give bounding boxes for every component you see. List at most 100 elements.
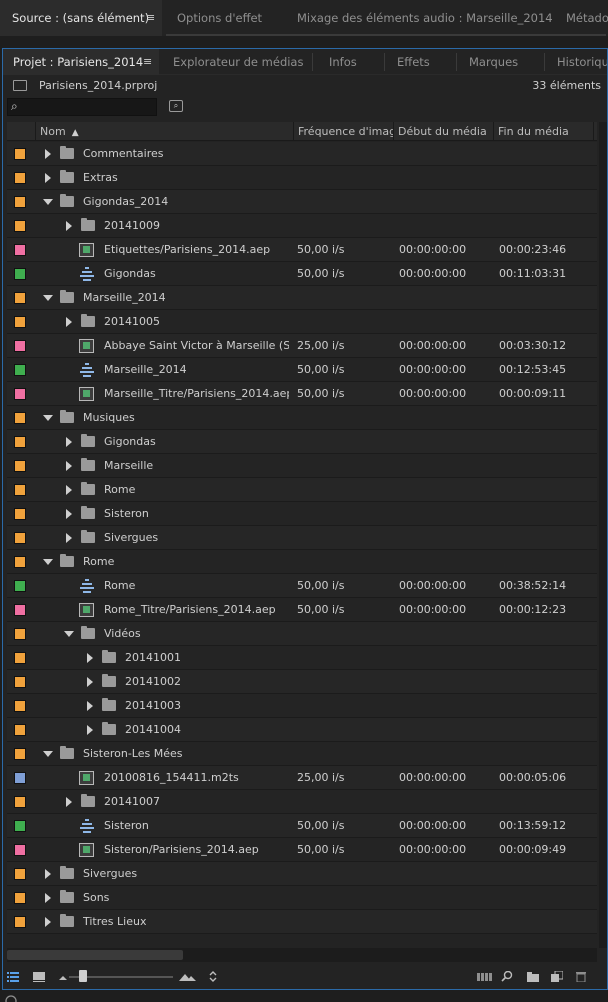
label-color-swatch[interactable] bbox=[14, 844, 26, 856]
tab-effects[interactable]: Effets bbox=[385, 49, 455, 75]
label-color-swatch[interactable] bbox=[14, 748, 26, 760]
bin-row[interactable]: Rome bbox=[7, 550, 597, 574]
expand-open-icon[interactable] bbox=[43, 295, 53, 301]
label-color-swatch[interactable] bbox=[14, 196, 26, 208]
sequence-row[interactable]: Marseille_2014 50,00 i/s 00:00:00:00 00:12:… bbox=[7, 358, 597, 382]
new-bin-icon[interactable] bbox=[527, 971, 539, 982]
clip-row[interactable]: Abbaye Saint Victor à Marseille (S 25,00 … bbox=[7, 334, 597, 358]
bin-row[interactable]: Marseille bbox=[7, 454, 597, 478]
bin-row[interactable]: 20141007 bbox=[7, 790, 597, 814]
label-color-swatch[interactable] bbox=[14, 316, 26, 328]
bin-row[interactable]: Marseille_2014 bbox=[7, 286, 597, 310]
bin-row[interactable]: 20141002 bbox=[7, 670, 597, 694]
expand-closed-icon[interactable] bbox=[87, 701, 93, 711]
label-color-swatch[interactable] bbox=[14, 628, 26, 640]
label-color-swatch[interactable] bbox=[14, 604, 26, 616]
project-panel-menu-icon[interactable]: ≡ bbox=[143, 49, 152, 75]
expand-closed-icon[interactable] bbox=[66, 533, 72, 543]
sequence-row[interactable]: Sisteron 50,00 i/s 00:00:00:00 00:13:59:12 bbox=[7, 814, 597, 838]
bin-row[interactable]: 20141005 bbox=[7, 310, 597, 334]
bin-row[interactable]: 20141004 bbox=[7, 718, 597, 742]
label-color-swatch[interactable] bbox=[14, 268, 26, 280]
expand-open-icon[interactable] bbox=[43, 199, 53, 205]
clip-row[interactable]: Etiquettes/Parisiens_2014.aep 50,00 i/s 00… bbox=[7, 238, 597, 262]
clip-row[interactable]: Sisteron/Parisiens_2014.aep 50,00 i/s 00:0… bbox=[7, 838, 597, 862]
label-color-swatch[interactable] bbox=[14, 292, 26, 304]
expand-open-icon[interactable] bbox=[64, 631, 74, 637]
expand-closed-icon[interactable] bbox=[66, 221, 72, 231]
label-color-swatch[interactable] bbox=[14, 772, 26, 784]
zoom-in-icon[interactable] bbox=[179, 971, 197, 982]
bin-row[interactable]: 20141001 bbox=[7, 646, 597, 670]
tab-info[interactable]: Infos bbox=[313, 49, 383, 75]
list-view-icon[interactable] bbox=[7, 971, 19, 982]
label-color-swatch[interactable] bbox=[14, 412, 26, 424]
zoom-out-icon[interactable] bbox=[57, 971, 69, 982]
zoom-slider-thumb[interactable] bbox=[79, 970, 87, 982]
label-color-swatch[interactable] bbox=[14, 436, 26, 448]
label-color-swatch[interactable] bbox=[14, 868, 26, 880]
tab-project[interactable]: Projet : Parisiens_2014 ≡ bbox=[3, 49, 159, 75]
bin-row[interactable]: Commentaires bbox=[7, 142, 597, 166]
panel-menu-icon[interactable]: ≡ bbox=[146, 0, 155, 36]
bin-row[interactable]: Sivergues bbox=[7, 862, 597, 886]
clip-row[interactable]: 20100816_154411.m2ts 25,00 i/s 00:00:00:00… bbox=[7, 766, 597, 790]
bin-row[interactable]: Titres Lieux bbox=[7, 910, 597, 934]
bin-row[interactable]: Sisteron-Les Mées bbox=[7, 742, 597, 766]
expand-closed-icon[interactable] bbox=[66, 437, 72, 447]
label-color-swatch[interactable] bbox=[14, 892, 26, 904]
expand-closed-icon[interactable] bbox=[45, 869, 51, 879]
label-color-swatch[interactable] bbox=[14, 148, 26, 160]
expand-closed-icon[interactable] bbox=[87, 653, 93, 663]
new-item-icon[interactable] bbox=[551, 971, 563, 982]
label-color-swatch[interactable] bbox=[14, 724, 26, 736]
column-header-media-start[interactable]: Début du média bbox=[393, 122, 493, 141]
expand-closed-icon[interactable] bbox=[66, 461, 72, 471]
label-color-swatch[interactable] bbox=[14, 580, 26, 592]
sequence-row[interactable]: Rome 50,00 i/s 00:00:00:00 00:38:52:14 bbox=[7, 574, 597, 598]
clip-row[interactable]: Marseille_Titre/Parisiens_2014.aep 50,00 … bbox=[7, 382, 597, 406]
tab-effect-controls[interactable]: Options d'effet bbox=[166, 0, 284, 36]
find-icon[interactable] bbox=[501, 971, 513, 982]
tab-source[interactable]: Source : (sans élément) ≡ bbox=[0, 0, 162, 36]
expand-closed-icon[interactable] bbox=[87, 677, 93, 687]
bin-row[interactable]: Gigondas_2014 bbox=[7, 190, 597, 214]
tab-metadata[interactable]: Métadon bbox=[556, 0, 608, 36]
bin-row[interactable]: 20141009 bbox=[7, 214, 597, 238]
label-color-swatch[interactable] bbox=[14, 172, 26, 184]
icon-view-icon[interactable] bbox=[33, 971, 45, 982]
tab-media-browser[interactable]: Explorateur de médias bbox=[161, 49, 311, 75]
sequence-row[interactable]: Gigondas 50,00 i/s 00:00:00:00 00:11:03:31 bbox=[7, 262, 597, 286]
label-color-swatch[interactable] bbox=[14, 820, 26, 832]
expand-open-icon[interactable] bbox=[43, 751, 53, 757]
label-color-swatch[interactable] bbox=[14, 388, 26, 400]
expand-open-icon[interactable] bbox=[43, 559, 53, 565]
column-header-media-end[interactable]: Fin du média bbox=[493, 122, 593, 141]
expand-closed-icon[interactable] bbox=[66, 509, 72, 519]
expand-closed-icon[interactable] bbox=[66, 485, 72, 495]
horizontal-scrollbar-thumb[interactable] bbox=[7, 950, 183, 960]
expand-open-icon[interactable] bbox=[43, 415, 53, 421]
bin-row[interactable]: Vidéos bbox=[7, 622, 597, 646]
label-color-swatch[interactable] bbox=[14, 652, 26, 664]
expand-closed-icon[interactable] bbox=[45, 149, 51, 159]
vertical-scrollbar[interactable] bbox=[599, 122, 607, 948]
expand-closed-icon[interactable] bbox=[45, 893, 51, 903]
expand-closed-icon[interactable] bbox=[45, 917, 51, 927]
bin-row[interactable]: Sons bbox=[7, 886, 597, 910]
new-search-bin-icon[interactable]: ⌕ bbox=[169, 100, 183, 112]
label-color-swatch[interactable] bbox=[14, 484, 26, 496]
sort-icon[interactable] bbox=[207, 971, 219, 982]
bin-row[interactable]: Extras bbox=[7, 166, 597, 190]
tab-audio-clip-mixer[interactable]: Mixage des éléments audio : Marseille_20… bbox=[286, 0, 554, 36]
label-color-swatch[interactable] bbox=[14, 676, 26, 688]
label-color-swatch[interactable] bbox=[14, 532, 26, 544]
horizontal-scrollbar[interactable] bbox=[7, 948, 597, 962]
label-color-swatch[interactable] bbox=[14, 340, 26, 352]
column-header-extra[interactable]: D bbox=[593, 122, 597, 141]
bin-row[interactable]: Rome bbox=[7, 478, 597, 502]
label-color-swatch[interactable] bbox=[14, 700, 26, 712]
label-color-swatch[interactable] bbox=[14, 460, 26, 472]
bin-row[interactable]: Sivergues bbox=[7, 526, 597, 550]
bin-row[interactable]: Sisteron bbox=[7, 502, 597, 526]
